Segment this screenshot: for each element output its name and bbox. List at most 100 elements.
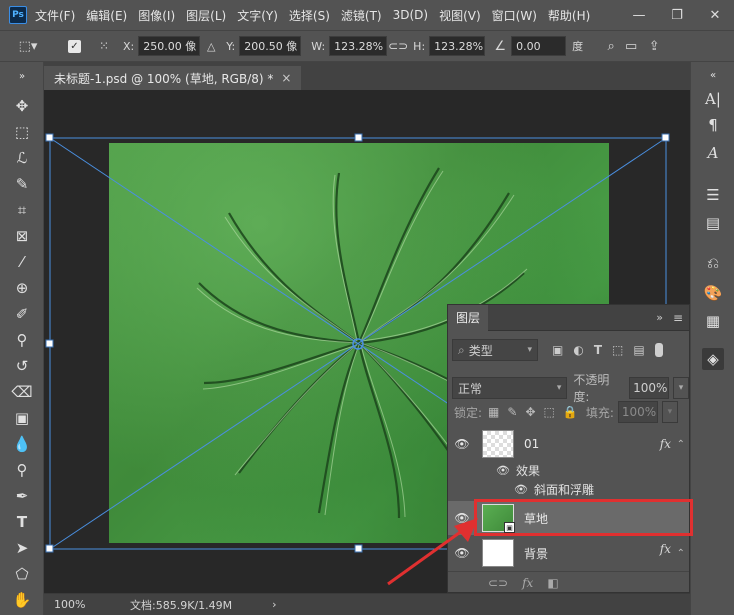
minimize-icon[interactable]: —	[620, 0, 658, 30]
collapse-dock-icon[interactable]: «	[702, 64, 724, 86]
menu-edit[interactable]: 编辑(E)	[86, 7, 127, 24]
color-panel-icon[interactable]: 🎨	[702, 282, 724, 304]
healing-brush-tool-icon[interactable]: ⊕	[12, 278, 32, 298]
fill-dropdown-icon[interactable]: ▾	[661, 401, 678, 423]
brush-tool-icon[interactable]: ✐	[12, 304, 32, 324]
share-icon[interactable]: ⇪	[641, 39, 667, 54]
marquee-tool-icon[interactable]: ⬚	[12, 122, 32, 142]
layers-tab[interactable]: 图层	[448, 304, 489, 331]
eraser-tool-icon[interactable]: ⌫	[11, 382, 32, 402]
lock-position-icon[interactable]: ✥	[525, 405, 535, 419]
zoom-level[interactable]: 100%	[54, 598, 114, 611]
menu-image[interactable]: 图像(I)	[138, 7, 175, 24]
blur-tool-icon[interactable]: 💧	[12, 434, 32, 454]
crop-tool-icon[interactable]: ⌗	[12, 200, 32, 220]
eyedropper-tool-icon[interactable]: ⁄	[12, 252, 32, 272]
reference-point-checkbox[interactable]: ✓	[68, 39, 81, 53]
menu-help[interactable]: 帮助(H)	[548, 7, 590, 24]
hand-tool-icon[interactable]: ✋	[12, 590, 32, 610]
restore-icon[interactable]: ❐	[658, 0, 696, 30]
visibility-eye-icon[interactable]: 👁	[496, 464, 510, 477]
menu-layer[interactable]: 图层(L)	[186, 7, 226, 24]
clone-stamp-tool-icon[interactable]: ⚲	[12, 330, 32, 350]
menu-3d[interactable]: 3D(D)	[393, 8, 428, 22]
link-icon[interactable]: ⊂⊃	[387, 39, 409, 53]
transform-tool-icon[interactable]: ⬚▾	[10, 39, 46, 54]
menu-view[interactable]: 视图(V)	[439, 7, 481, 24]
frame-tool-icon[interactable]: ⊠	[12, 226, 32, 246]
move-tool-icon[interactable]: ✥	[12, 96, 32, 116]
menu-select[interactable]: 选择(S)	[289, 7, 330, 24]
gradient-tool-icon[interactable]: ▣	[12, 408, 32, 428]
type-tool-icon[interactable]: T	[12, 512, 32, 532]
visibility-eye-icon[interactable]: 👁	[448, 437, 476, 451]
swatches-panel-icon[interactable]: ▦	[702, 310, 724, 332]
properties-panel-icon[interactable]: ☰	[702, 184, 724, 206]
fx-icon[interactable]: fx	[660, 542, 671, 556]
shape-tool-icon[interactable]: ⬠	[12, 564, 32, 584]
chevron-up-icon[interactable]: ⌃	[677, 548, 685, 559]
lock-artboard-icon[interactable]: ⬚	[544, 405, 555, 419]
type-filter-icon[interactable]: T	[594, 343, 602, 357]
collapse-icon[interactable]: »	[12, 66, 32, 86]
menu-file[interactable]: 文件(F)	[35, 7, 75, 24]
dodge-tool-icon[interactable]: ⚲	[12, 460, 32, 480]
paragraph-panel-icon[interactable]: ¶	[702, 114, 724, 136]
path-selection-tool-icon[interactable]: ➤	[12, 538, 32, 558]
layer-row-01[interactable]: 👁 01 fx ⌃	[448, 427, 689, 461]
filter-toggle[interactable]	[654, 343, 663, 357]
status-arrow-icon[interactable]: ›	[272, 598, 276, 611]
pen-tool-icon[interactable]: ✒	[12, 486, 32, 506]
link-layers-icon[interactable]: ⊂⊃	[488, 576, 508, 590]
close-icon[interactable]: ✕	[696, 0, 734, 30]
handle-top-left[interactable]	[45, 133, 54, 142]
history-brush-tool-icon[interactable]: ↺	[12, 356, 32, 376]
pixel-filter-icon[interactable]: ▣	[552, 343, 563, 357]
width-field[interactable]: 123.28%	[329, 36, 388, 56]
fill-field[interactable]: 100%	[617, 401, 658, 423]
add-style-icon[interactable]: fx	[522, 576, 533, 590]
blend-mode-select[interactable]: 正常 ▾	[452, 377, 568, 399]
reference-point-grid-icon[interactable]: ⁙	[95, 39, 113, 53]
search-icon[interactable]: ⌕	[601, 39, 621, 54]
effect-item-label[interactable]: 斜面和浮雕	[534, 481, 594, 498]
menu-window[interactable]: 窗口(W)	[492, 7, 537, 24]
handle-top-middle[interactable]	[354, 133, 363, 142]
character-panel-icon[interactable]: A|	[702, 88, 724, 110]
lock-transparent-icon[interactable]: ▦	[488, 405, 499, 419]
chevron-up-icon[interactable]: ⌃	[677, 439, 685, 450]
smart-object-filter-icon[interactable]: ▤	[633, 343, 644, 357]
delta-icon[interactable]: △	[200, 40, 222, 53]
document-tab[interactable]: 未标题-1.psd @ 100% (草地, RGB/8) * ×	[44, 66, 302, 90]
lasso-tool-icon[interactable]: ℒ	[12, 148, 32, 168]
menu-filter[interactable]: 滤镜(T)	[341, 7, 382, 24]
angle-field[interactable]: 0.00	[511, 36, 567, 56]
workspace-icon[interactable]: ▭	[621, 39, 641, 54]
handle-bottom-left[interactable]	[45, 544, 54, 553]
handle-middle-left[interactable]	[45, 339, 54, 348]
opacity-dropdown-icon[interactable]: ▾	[673, 377, 689, 399]
lock-all-icon[interactable]: 🔒	[563, 405, 578, 419]
menu-type[interactable]: 文字(Y)	[237, 7, 278, 24]
lock-pixels-icon[interactable]: ✎	[507, 405, 517, 419]
x-field[interactable]: 250.00 像	[138, 36, 201, 56]
handle-top-right[interactable]	[661, 133, 670, 142]
glyphs-panel-icon[interactable]: A	[702, 142, 724, 164]
layers-panel-icon[interactable]: ◈	[702, 348, 724, 370]
visibility-eye-icon[interactable]: 👁	[514, 483, 528, 496]
fx-icon[interactable]: fx	[660, 437, 671, 451]
y-field[interactable]: 200.50 像	[239, 36, 302, 56]
add-mask-icon[interactable]: ◧	[547, 576, 558, 590]
panel-collapse-icon[interactable]: »	[656, 311, 663, 324]
libraries-panel-icon[interactable]: ▤	[702, 212, 724, 234]
adjustment-filter-icon[interactable]: ◐	[573, 343, 583, 357]
height-field[interactable]: 123.28%	[429, 36, 486, 56]
opacity-field[interactable]: 100%	[629, 377, 670, 399]
tab-close-icon[interactable]: ×	[281, 71, 291, 85]
handle-bottom-middle[interactable]	[354, 544, 363, 553]
shape-filter-icon[interactable]: ⬚	[612, 343, 623, 357]
filter-kind-select[interactable]: ⌕ 类型 ▾	[452, 339, 538, 361]
history-panel-icon[interactable]: ⎌	[702, 252, 724, 274]
panel-menu-icon[interactable]: ≡	[673, 311, 683, 325]
quick-select-tool-icon[interactable]: ✎	[12, 174, 32, 194]
